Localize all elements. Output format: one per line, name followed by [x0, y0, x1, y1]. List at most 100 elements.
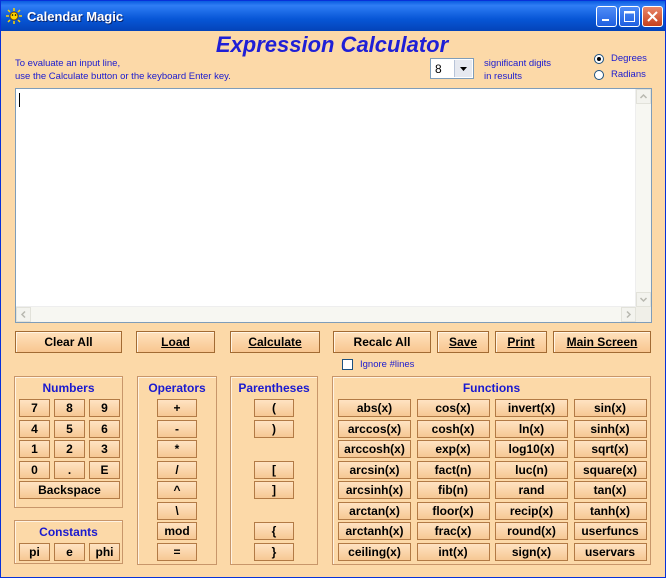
function-arcsin-x-button[interactable]: arcsin(x): [338, 460, 411, 479]
number-e-button[interactable]: E: [89, 460, 120, 479]
function-sinh-x-button[interactable]: sinh(x): [573, 419, 647, 438]
scroll-down-button[interactable]: [636, 292, 651, 307]
function-abs-x-button[interactable]: abs(x): [338, 399, 411, 417]
expression-input[interactable]: [15, 88, 652, 323]
radio-degrees-indicator[interactable]: [594, 54, 604, 64]
number-5-button[interactable]: 5: [54, 419, 85, 438]
scroll-up-button[interactable]: [636, 89, 651, 104]
function-ln-x-button[interactable]: ln(x): [495, 419, 568, 438]
function-arccos-x-button[interactable]: arccos(x): [338, 419, 411, 438]
number-3-button[interactable]: 3: [89, 440, 120, 458]
function-square-x-button[interactable]: square(x): [573, 460, 647, 479]
title-bar[interactable]: Calendar Magic: [1, 1, 665, 31]
operator-int-divide-button[interactable]: \: [157, 502, 197, 520]
operators-title: Operators: [148, 381, 206, 395]
number-0-button[interactable]: 0: [19, 460, 50, 479]
key-backspace-button[interactable]: Backspace: [19, 481, 120, 499]
function-tan-x-button[interactable]: tan(x): [573, 481, 647, 499]
function-recip-x-button[interactable]: recip(x): [495, 501, 568, 520]
function-round-x-button[interactable]: round(x): [495, 522, 568, 540]
function-uservars-button[interactable]: uservars: [573, 542, 647, 561]
save-button[interactable]: Save: [437, 331, 489, 353]
function-arctanh-x-button[interactable]: arctanh(x): [338, 522, 411, 540]
function-sign-x-button[interactable]: sign(x): [495, 542, 568, 561]
horizontal-scrollbar[interactable]: [16, 306, 636, 322]
ignore-lines-checkbox[interactable]: [342, 359, 353, 370]
constant-pi-button[interactable]: pi: [19, 543, 50, 561]
operator-mod-button[interactable]: mod: [157, 522, 197, 540]
number-1-button[interactable]: 1: [19, 440, 50, 458]
operator-power-button[interactable]: ^: [157, 481, 197, 499]
function-cosh-x-button[interactable]: cosh(x): [416, 419, 490, 438]
function-log10-x-button[interactable]: log10(x): [495, 440, 568, 458]
number-2-button[interactable]: 2: [54, 440, 85, 458]
clear-all-button[interactable]: Clear All: [15, 331, 122, 353]
dropdown-arrow[interactable]: [454, 60, 472, 77]
print-label: Print: [507, 335, 535, 349]
function-userfuncs-button[interactable]: userfuncs: [573, 522, 647, 540]
function-floor-x-button[interactable]: floor(x): [416, 501, 490, 520]
operator-equals-button[interactable]: =: [157, 543, 197, 561]
function-arctan-x-button[interactable]: arctan(x): [338, 501, 411, 520]
function-rand-button[interactable]: rand: [495, 481, 568, 499]
vertical-scrollbar[interactable]: [635, 89, 651, 307]
paren-open-brace-button[interactable]: {: [254, 522, 294, 540]
page-title: Expression Calculator: [215, 32, 449, 57]
function-sqrt-x-button[interactable]: sqrt(x): [573, 440, 647, 458]
operators-group: Operators + - * / ^ \ mod =: [137, 376, 217, 565]
function-exp-x-button[interactable]: exp(x): [416, 440, 490, 458]
maximize-button[interactable]: [619, 6, 640, 27]
minimize-icon: [602, 19, 609, 21]
operator-multiply-button[interactable]: *: [157, 440, 197, 458]
function-tanh-x-button[interactable]: tanh(x): [573, 501, 647, 520]
operator-divide-button[interactable]: /: [157, 461, 197, 479]
constants-title: Constants: [39, 525, 98, 539]
close-button[interactable]: [642, 6, 663, 27]
constant-phi-button[interactable]: phi: [89, 543, 120, 561]
function-invert-x-button[interactable]: invert(x): [495, 399, 568, 417]
chevron-down-icon: [460, 67, 467, 71]
minimize-button[interactable]: [596, 6, 617, 27]
number-7-button[interactable]: 7: [19, 399, 50, 417]
number-decimal-button[interactable]: .: [54, 460, 85, 479]
number-9-button[interactable]: 9: [89, 399, 120, 417]
paren-close-paren-button[interactable]: ): [254, 420, 294, 438]
main-screen-button[interactable]: Main Screen: [553, 331, 651, 353]
operator-minus-button[interactable]: -: [157, 420, 197, 438]
parentheses-title: Parentheses: [238, 381, 310, 395]
load-button[interactable]: Load: [136, 331, 215, 353]
paren-close-bracket-button[interactable]: ]: [254, 481, 294, 499]
sigdig-line-2: in results: [484, 71, 523, 82]
operator-plus-button[interactable]: +: [157, 399, 197, 417]
function-int-x-button[interactable]: int(x): [416, 542, 490, 561]
scroll-right-button[interactable]: [621, 307, 636, 322]
paren-close-brace-button[interactable]: }: [254, 543, 294, 561]
significant-digits-select[interactable]: 8: [430, 58, 474, 79]
maximize-icon: [624, 11, 635, 22]
chevron-up-icon: [639, 93, 648, 99]
text-caret: [19, 93, 20, 107]
scroll-left-button[interactable]: [16, 307, 31, 322]
number-4-button[interactable]: 4: [19, 419, 50, 438]
radio-radians-indicator[interactable]: [594, 70, 604, 80]
function-cos-x-button[interactable]: cos(x): [416, 399, 490, 417]
recalc-all-button[interactable]: Recalc All: [333, 331, 431, 353]
function-frac-x-button[interactable]: frac(x): [416, 522, 490, 540]
calculate-button[interactable]: Calculate: [230, 331, 320, 353]
paren-open-paren-button[interactable]: (: [254, 399, 294, 417]
function-arcsinh-x-button[interactable]: arcsinh(x): [338, 481, 411, 499]
number-6-button[interactable]: 6: [89, 419, 120, 438]
function-ceiling-x-button[interactable]: ceiling(x): [338, 542, 411, 561]
print-button[interactable]: Print: [495, 331, 547, 353]
function-fact-n-button[interactable]: fact(n): [416, 460, 490, 479]
paren-open-bracket-button[interactable]: [: [254, 461, 294, 479]
constants-group: Constants pi e phi: [14, 520, 123, 564]
function-fib-n-button[interactable]: fib(n): [416, 481, 490, 499]
number-8-button[interactable]: 8: [54, 399, 85, 417]
constant-e-button[interactable]: e: [54, 543, 85, 561]
numbers-group: Numbers 7 8 9 4 5 6 1 2 3 0. E Backspace: [14, 376, 123, 508]
function-luc-n-button[interactable]: luc(n): [495, 460, 568, 479]
instructions: To evaluate an input line, use the Calcu…: [15, 57, 231, 83]
function-sin-x-button[interactable]: sin(x): [573, 399, 647, 417]
function-arccosh-x-button[interactable]: arccosh(x): [338, 440, 411, 458]
